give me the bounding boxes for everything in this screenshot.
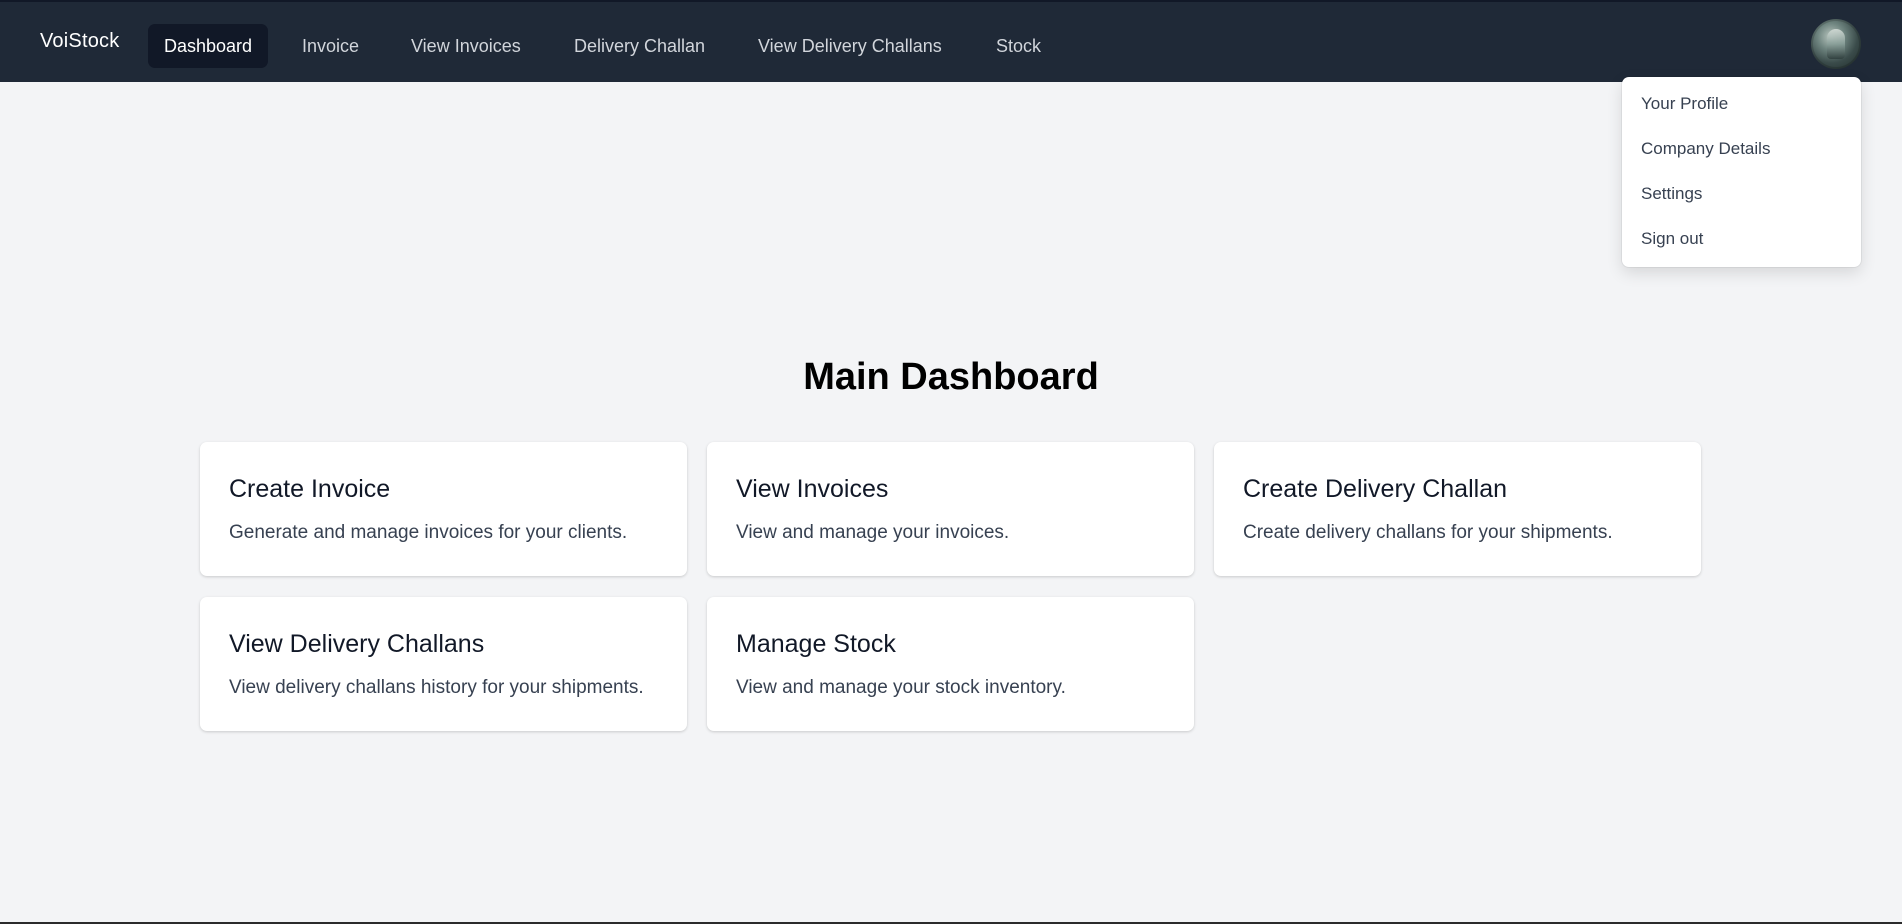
nav-item-view-invoices[interactable]: View Invoices bbox=[395, 24, 537, 68]
menu-item-sign-out[interactable]: Sign out bbox=[1641, 229, 1703, 249]
user-avatar-button[interactable] bbox=[1811, 19, 1861, 69]
card-create-invoice[interactable]: Create Invoice Generate and manage invoi… bbox=[200, 442, 687, 576]
nav-item-dashboard[interactable]: Dashboard bbox=[148, 24, 269, 68]
card-title: Create Delivery Challan bbox=[1243, 475, 1508, 503]
menu-item-your-profile[interactable]: Your Profile bbox=[1641, 94, 1728, 114]
nav-item-view-delivery-challans[interactable]: View Delivery Challans bbox=[742, 24, 958, 68]
card-description: Generate and manage invoices for your cl… bbox=[229, 522, 628, 543]
card-title: View Delivery Challans bbox=[229, 630, 485, 658]
card-manage-stock[interactable]: Manage Stock View and manage your stock … bbox=[707, 597, 1194, 731]
menu-item-settings[interactable]: Settings bbox=[1641, 184, 1702, 204]
nav-item-invoice[interactable]: Invoice bbox=[286, 24, 375, 68]
profile-dropdown-menu: Your Profile Company Details Settings Si… bbox=[1622, 77, 1861, 267]
user-avatar-icon bbox=[1827, 29, 1845, 59]
card-view-invoices[interactable]: View Invoices View and manage your invoi… bbox=[707, 442, 1194, 576]
card-title: Manage Stock bbox=[736, 630, 896, 658]
page-title: Main Dashboard bbox=[803, 356, 1099, 398]
card-title: View Invoices bbox=[736, 475, 889, 503]
card-view-delivery-challans[interactable]: View Delivery Challans View delivery cha… bbox=[200, 597, 687, 731]
card-create-delivery-challan[interactable]: Create Delivery Challan Create delivery … bbox=[1214, 442, 1701, 576]
card-title: Create Invoice bbox=[229, 475, 391, 503]
card-description: View delivery challans history for your … bbox=[229, 677, 644, 698]
top-navbar: VoiStock Dashboard Invoice View Invoices… bbox=[0, 0, 1902, 82]
nav-item-delivery-challan[interactable]: Delivery Challan bbox=[558, 24, 721, 68]
card-description: View and manage your stock inventory. bbox=[736, 677, 1066, 698]
brand-logo[interactable]: VoiStock bbox=[40, 30, 119, 53]
card-description: Create delivery challans for your shipme… bbox=[1243, 522, 1613, 543]
card-description: View and manage your invoices. bbox=[736, 522, 1010, 543]
menu-item-company-details[interactable]: Company Details bbox=[1641, 139, 1770, 159]
nav-item-stock[interactable]: Stock bbox=[980, 24, 1057, 68]
